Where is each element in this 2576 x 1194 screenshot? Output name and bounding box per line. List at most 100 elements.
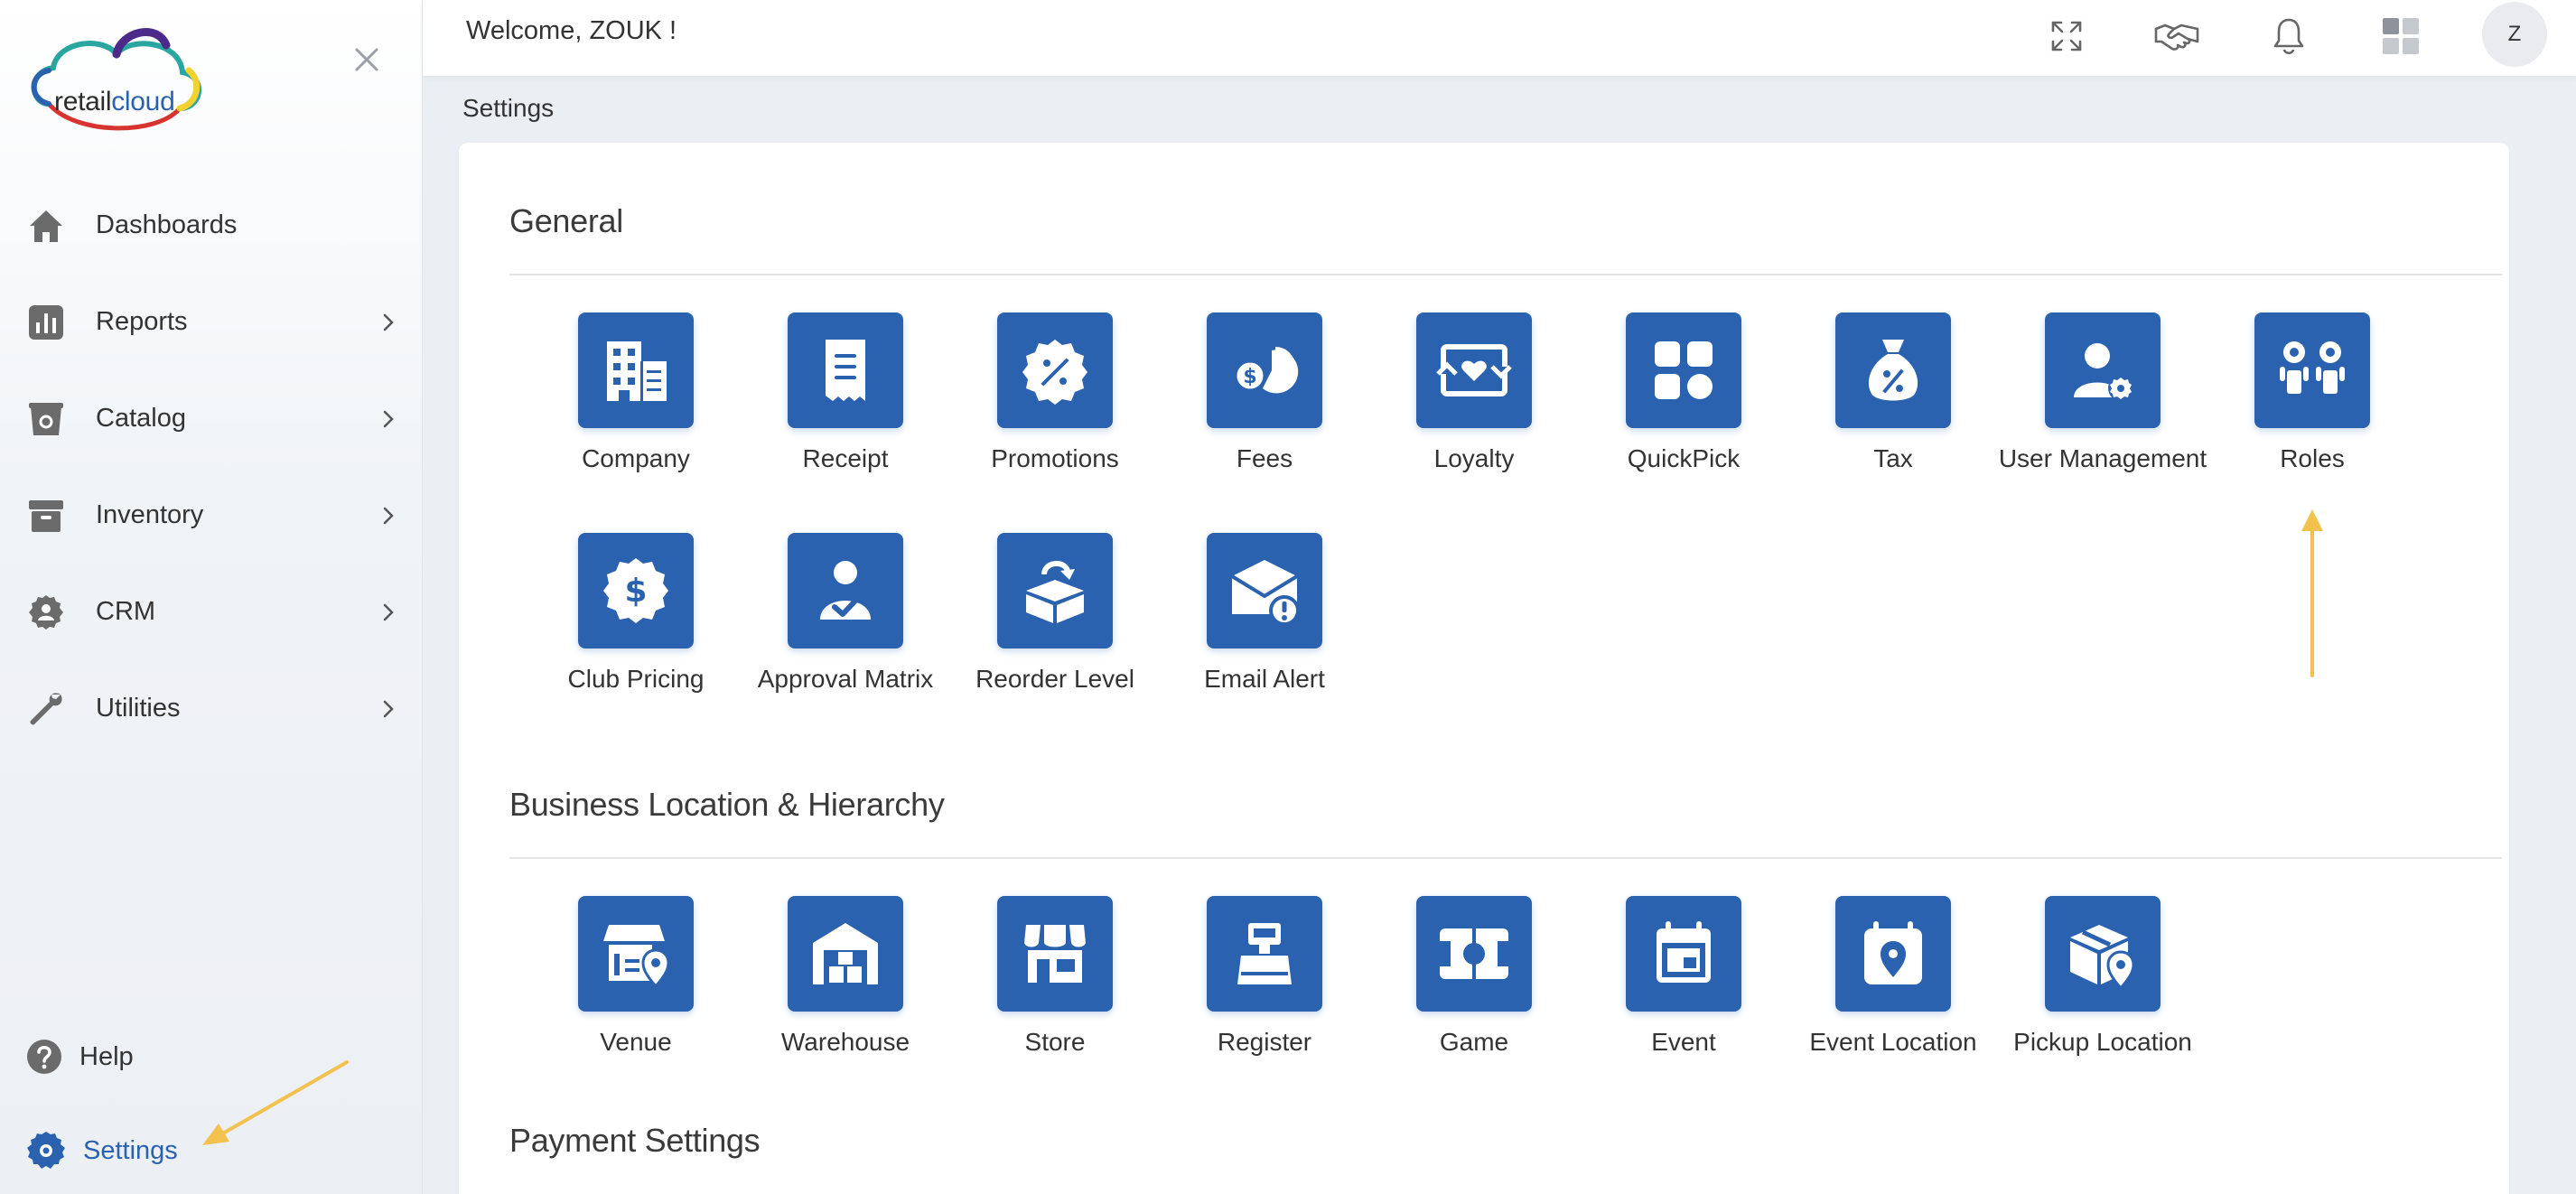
sidebar-item-reports[interactable]: Reports: [0, 274, 423, 370]
tile-company[interactable]: Company: [531, 312, 741, 473]
archive-box-icon: [25, 495, 67, 536]
expand-icon: [2051, 21, 2082, 51]
sidebar: retailcloud Dashboards Reports Catalog I…: [0, 0, 423, 1194]
tile-store[interactable]: Store: [950, 896, 1160, 1057]
divider: [509, 274, 2502, 275]
tile-register[interactable]: Register: [1160, 896, 1369, 1057]
venue-icon: [578, 896, 694, 1012]
notifications-button[interactable]: [2262, 9, 2316, 63]
tile-label: Club Pricing: [567, 665, 705, 693]
tile-loyalty[interactable]: Loyalty: [1369, 312, 1579, 473]
user-avatar[interactable]: Z: [2482, 2, 2547, 67]
sidebar-item-label: CRM: [96, 597, 156, 626]
tile-roles[interactable]: Roles: [2207, 312, 2417, 473]
tile-label: Company: [582, 444, 690, 472]
tile-label: Approval Matrix: [757, 665, 934, 693]
tile-promotions[interactable]: Promotions: [950, 312, 1160, 473]
tile-club-pricing[interactable]: $ Club Pricing: [531, 533, 741, 694]
sidebar-item-label: Dashboards: [96, 210, 238, 239]
tile-game[interactable]: Game: [1369, 896, 1579, 1057]
tile-label: Loyalty: [1433, 444, 1515, 472]
receipt-icon: [788, 312, 903, 428]
dollar-badge-icon: $: [578, 533, 694, 648]
tile-event-location[interactable]: Event Location: [1788, 896, 1998, 1057]
sidebar-item-label: Settings: [83, 1135, 178, 1165]
tile-label: Roles: [2280, 444, 2345, 472]
tile-venue[interactable]: Venue: [531, 896, 741, 1057]
tile-label: Pickup Location: [2013, 1028, 2192, 1056]
sidebar-item-label: Catalog: [96, 404, 186, 433]
sidebar-item-catalog[interactable]: Catalog: [0, 370, 423, 467]
calendar-pin-icon: [1835, 896, 1951, 1012]
app-switcher-button[interactable]: [2374, 9, 2428, 63]
tile-label: Event Location: [1809, 1028, 1977, 1056]
tile-label: QuickPick: [1627, 444, 1741, 472]
svg-text:$: $: [1243, 366, 1256, 388]
tile-label: Tax: [1873, 444, 1913, 472]
sidebar-item-crm[interactable]: CRM: [0, 564, 423, 660]
tile-label: Fees: [1236, 444, 1293, 472]
tile-approval-matrix[interactable]: Approval Matrix: [741, 533, 950, 694]
tile-label: Register: [1217, 1028, 1312, 1056]
tile-event[interactable]: Event: [1579, 896, 1788, 1057]
tile-label: Receipt: [802, 444, 889, 472]
tile-reorder-level[interactable]: Reorder Level: [950, 533, 1160, 694]
roles-icon: [2254, 312, 2370, 428]
bell-icon: [2273, 18, 2304, 55]
sidebar-item-dashboards[interactable]: Dashboards: [0, 177, 423, 274]
handshake-button[interactable]: [2150, 9, 2204, 63]
catalog-icon: [25, 398, 67, 440]
handshake-icon: [2154, 23, 2199, 51]
section-title-business: Business Location & Hierarchy: [509, 786, 945, 823]
fullscreen-button[interactable]: [2039, 9, 2094, 63]
gear-icon: [27, 1132, 65, 1169]
sidebar-item-inventory[interactable]: Inventory: [0, 467, 423, 564]
logo-cloud-icon: [31, 28, 201, 131]
tile-warehouse[interactable]: Warehouse: [741, 896, 950, 1057]
loyalty-icon: [1416, 312, 1532, 428]
chevron-right-icon: [383, 603, 394, 620]
tile-label: Warehouse: [780, 1028, 910, 1056]
reorder-box-icon: [997, 533, 1113, 648]
calendar-icon: [1626, 896, 1741, 1012]
chevron-right-icon: [383, 507, 394, 524]
home-icon: [25, 205, 67, 247]
retailcloud-logo[interactable]: retailcloud: [22, 18, 211, 145]
tile-pickup-location[interactable]: Pickup Location: [1998, 896, 2207, 1057]
welcome-message: Welcome, ZOUK !: [466, 16, 677, 45]
tile-fees[interactable]: $ Fees: [1160, 312, 1369, 473]
tile-label: User Management: [1998, 444, 2207, 472]
sidebar-item-utilities[interactable]: Utilities: [0, 660, 423, 757]
divider: [509, 857, 2502, 859]
tile-receipt[interactable]: Receipt: [741, 312, 950, 473]
grid-icon: [1626, 312, 1741, 428]
discount-badge-icon: [997, 312, 1113, 428]
tile-tax[interactable]: Tax: [1788, 312, 1998, 473]
sidebar-nav: Dashboards Reports Catalog Inventory CRM…: [0, 177, 423, 757]
top-bar: Welcome, ZOUK ! Z: [423, 0, 2576, 76]
sidebar-item-help[interactable]: Help: [0, 1021, 423, 1093]
building-icon: [578, 312, 694, 428]
chevron-right-icon: [383, 410, 394, 427]
tile-email-alert[interactable]: Email Alert: [1160, 533, 1369, 694]
tile-label: Email Alert: [1204, 665, 1325, 693]
logo-text: retailcloud: [54, 87, 175, 117]
tile-quickpick[interactable]: QuickPick: [1579, 312, 1788, 473]
tile-user-management[interactable]: User Management: [1998, 312, 2207, 473]
store-icon: [997, 896, 1113, 1012]
close-sidebar-button[interactable]: [347, 40, 387, 79]
tile-label: Promotions: [991, 444, 1119, 472]
sidebar-item-settings[interactable]: Settings: [0, 1115, 423, 1187]
user-gear-icon: [2045, 312, 2161, 428]
apps-grid-icon: [2383, 18, 2419, 54]
game-icon: [1416, 896, 1532, 1012]
sidebar-item-label: Help: [79, 1041, 134, 1071]
tax-bag-icon: [1835, 312, 1951, 428]
svg-text:$: $: [624, 573, 647, 610]
tile-label: Store: [1024, 1028, 1086, 1056]
chevron-right-icon: [383, 313, 394, 331]
tile-label: Event: [1651, 1028, 1716, 1056]
sidebar-item-label: Utilities: [96, 694, 181, 723]
wrench-icon: [25, 688, 67, 730]
tile-label: Reorder Level: [975, 665, 1134, 693]
